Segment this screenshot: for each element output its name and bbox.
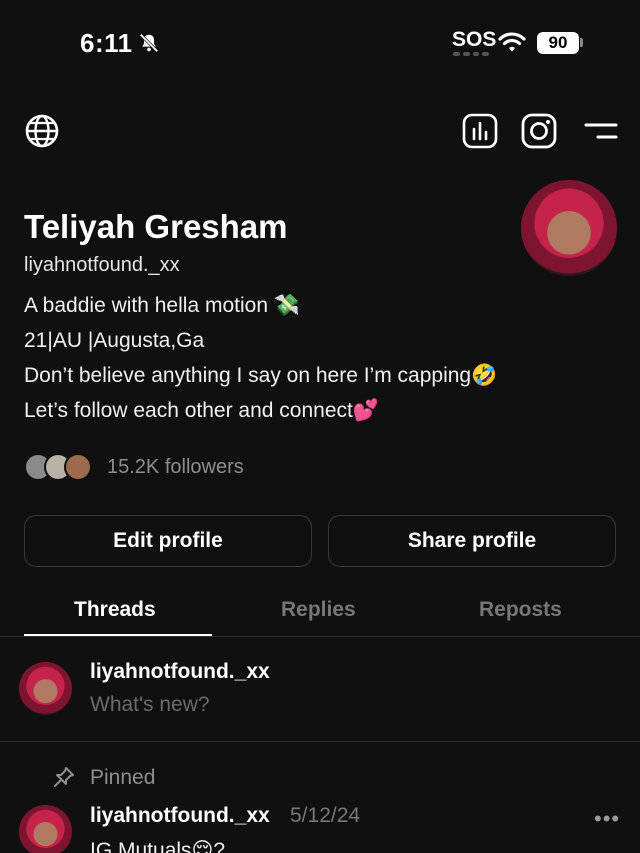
edit-profile-button[interactable]: Edit profile — [24, 515, 312, 567]
signal-dots — [453, 52, 489, 56]
post-date: 5/12/24 — [290, 804, 361, 827]
battery-indicator: 90 — [537, 32, 579, 54]
sos-indicator: SOS — [452, 28, 497, 51]
composer-avatar — [19, 662, 72, 715]
tab-replies[interactable]: Replies — [281, 598, 356, 622]
follower-avatar — [64, 453, 92, 481]
post-avatar[interactable] — [19, 805, 72, 853]
profile-handle: liyahnotfound._xx — [24, 254, 180, 276]
profile-avatar[interactable] — [521, 180, 617, 276]
tab-divider — [0, 636, 640, 637]
followers-count[interactable]: 15.2K followers — [107, 456, 244, 479]
status-time: 6:11 — [80, 28, 133, 58]
post-text: IG Mutuals😌? — [90, 839, 226, 853]
instagram-icon[interactable] — [521, 113, 557, 149]
pin-icon — [54, 767, 74, 787]
wifi-icon — [498, 32, 526, 52]
composer-username: liyahnotfound._xx — [90, 660, 270, 683]
menu-icon[interactable] — [584, 113, 620, 149]
post-username[interactable]: liyahnotfound._xx — [90, 804, 270, 828]
battery-tip — [580, 38, 583, 47]
profile-name: Teliyah Gresham — [24, 208, 288, 245]
more-options-icon[interactable]: ••• — [594, 806, 620, 832]
tab-reposts[interactable]: Reposts — [479, 598, 562, 622]
divider — [0, 741, 640, 742]
share-profile-button[interactable]: Share profile — [328, 515, 616, 567]
bio-line: Let’s follow each other and connect💕 — [24, 399, 379, 422]
bio-line: A baddie with hella motion 💸 — [24, 294, 300, 317]
follower-avatars[interactable] — [24, 453, 96, 483]
bio-line: Don’t believe anything I say on here I’m… — [24, 364, 498, 387]
composer-input[interactable]: What's new? — [90, 693, 210, 717]
status-bar: 6:11 SOS 90 — [0, 0, 640, 80]
pinned-label: Pinned — [90, 766, 156, 789]
insights-icon[interactable] — [462, 113, 498, 149]
tab-threads[interactable]: Threads — [74, 598, 156, 622]
globe-icon[interactable] — [24, 113, 60, 149]
silent-bell-icon — [139, 33, 159, 53]
bio-line: 21|AU |Augusta,Ga — [24, 329, 205, 352]
